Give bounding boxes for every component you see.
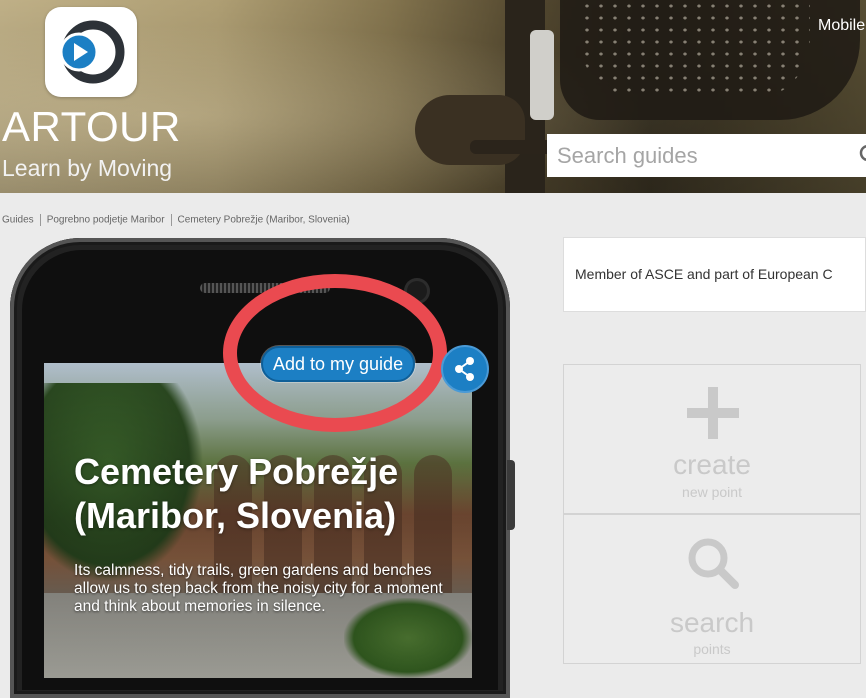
play-logo-icon xyxy=(59,20,125,84)
mobile-link[interactable]: Mobile xyxy=(818,17,865,35)
search-tile-title: search xyxy=(669,607,755,638)
create-point-tile[interactable]: create new point xyxy=(563,364,861,514)
share-icon xyxy=(455,357,474,381)
breadcrumb-guides[interactable]: Guides xyxy=(2,215,34,226)
brand-tagline: Learn by Moving xyxy=(2,155,173,181)
phone-side-button xyxy=(507,460,515,530)
add-to-my-guide-button[interactable]: Add to my guide xyxy=(261,346,416,382)
breadcrumb-current: Cemetery Pobrežje (Maribor, Slovenia) xyxy=(177,214,350,226)
guide-title: Cemetery Pobrežje (Maribor, Slovenia) xyxy=(74,451,399,536)
plus-icon xyxy=(687,387,739,439)
banner-bike-fork xyxy=(530,30,554,120)
guide-description: Its calmness, tidy trails, green gardens… xyxy=(74,562,443,615)
brand-name[interactable]: ARTOUR xyxy=(2,103,181,151)
organization-description: Member of ASCE and part of European C xyxy=(575,266,833,282)
banner-dress-pattern xyxy=(580,0,810,100)
magnifier-icon xyxy=(688,538,739,589)
create-tile-title: create xyxy=(673,449,751,480)
create-tile-subtitle: new point xyxy=(682,484,742,500)
breadcrumb-organization[interactable]: Pogrebno podjetje Maribor xyxy=(47,215,165,226)
search-points-tile[interactable]: search points xyxy=(563,514,861,664)
breadcrumb-separator xyxy=(170,214,172,226)
app-logo[interactable] xyxy=(45,7,137,97)
share-button[interactable] xyxy=(441,345,489,393)
breadcrumb: Guides Pogrebno podjetje Maribor Cemetery … xyxy=(2,214,350,226)
breadcrumb-separator xyxy=(39,214,41,226)
search-guides-input[interactable] xyxy=(547,134,866,177)
search-icon[interactable] xyxy=(858,140,866,170)
banner-hand xyxy=(415,95,525,165)
search-tile-subtitle: points xyxy=(693,641,731,657)
